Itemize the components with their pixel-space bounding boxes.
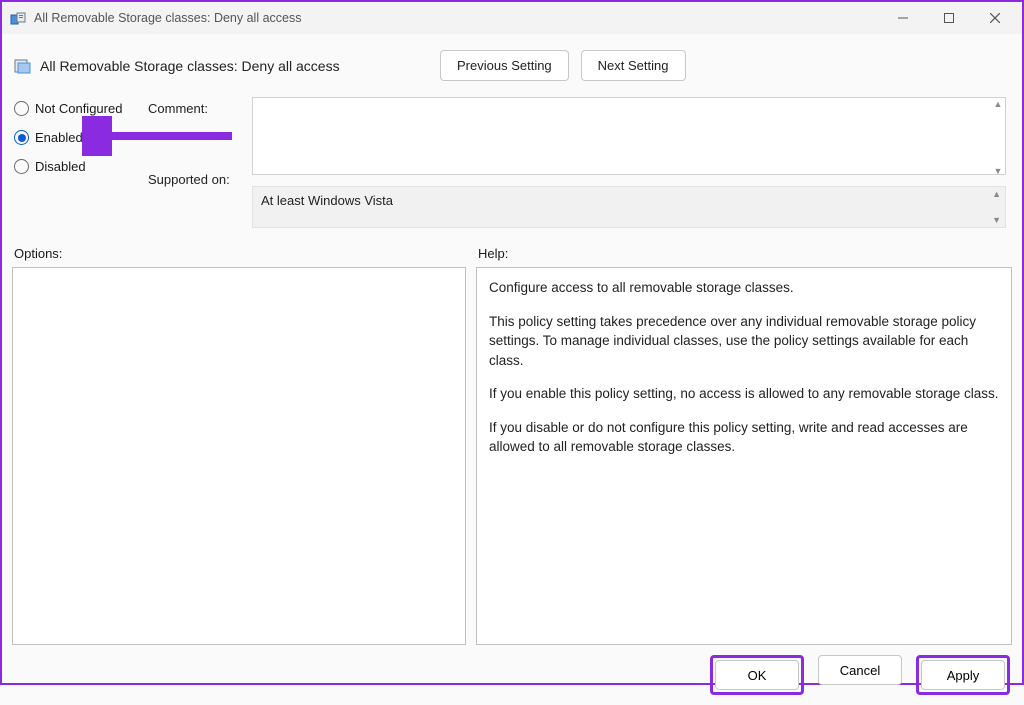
chevron-down-icon: ▼	[992, 215, 1001, 225]
minimize-button[interactable]	[880, 3, 926, 33]
gpedit-icon	[10, 10, 26, 26]
radio-icon	[14, 101, 29, 116]
next-setting-button[interactable]: Next Setting	[581, 50, 686, 81]
cancel-button[interactable]: Cancel	[818, 655, 902, 685]
annotation-highlight: Apply	[916, 655, 1010, 695]
section-labels: Options: Help:	[2, 228, 1022, 267]
radio-icon	[14, 159, 29, 174]
maximize-button[interactable]	[926, 3, 972, 33]
help-text: This policy setting takes precedence ove…	[489, 312, 999, 371]
help-panel: Configure access to all removable storag…	[476, 267, 1012, 645]
close-button[interactable]	[972, 3, 1018, 33]
radio-enabled[interactable]: Enabled	[14, 130, 144, 145]
help-text: Configure access to all removable storag…	[489, 278, 999, 298]
field-labels: Comment: Supported on:	[148, 97, 248, 228]
window-title: All Removable Storage classes: Deny all …	[34, 11, 880, 25]
options-label: Options:	[14, 246, 468, 261]
ok-button[interactable]: OK	[715, 660, 799, 690]
config-area: Not Configured Enabled Disabled Comment:…	[2, 87, 1022, 228]
radio-label: Not Configured	[35, 101, 122, 116]
help-text: If you disable or do not configure this …	[489, 418, 999, 457]
radio-label: Enabled	[35, 130, 83, 145]
state-radios: Not Configured Enabled Disabled	[14, 97, 144, 228]
comment-label: Comment:	[148, 101, 248, 116]
header: All Removable Storage classes: Deny all …	[2, 34, 1022, 87]
chevron-down-icon: ▼	[992, 166, 1004, 176]
radio-icon	[14, 130, 29, 145]
options-panel	[12, 267, 466, 645]
radio-not-configured[interactable]: Not Configured	[14, 101, 144, 116]
annotation-highlight: OK	[710, 655, 804, 695]
scrollbar-stub: ▲ ▼	[992, 99, 1004, 176]
supported-on-label: Supported on:	[148, 172, 248, 187]
scrollbar-stub: ▲ ▼	[992, 189, 1001, 225]
apply-button[interactable]: Apply	[921, 660, 1005, 690]
page-title: All Removable Storage classes: Deny all …	[40, 58, 380, 74]
supported-on-value: At least Windows Vista	[261, 193, 393, 208]
supported-on-field: At least Windows Vista ▲ ▼	[252, 186, 1006, 228]
footer: OK Cancel Apply	[2, 645, 1022, 705]
comment-field[interactable]	[252, 97, 1006, 175]
radio-label: Disabled	[35, 159, 86, 174]
help-text: If you enable this policy setting, no ac…	[489, 384, 999, 404]
previous-setting-button[interactable]: Previous Setting	[440, 50, 569, 81]
chevron-up-icon: ▲	[992, 99, 1004, 109]
titlebar: All Removable Storage classes: Deny all …	[2, 2, 1022, 34]
help-label: Help:	[468, 246, 1012, 261]
panels: Configure access to all removable storag…	[2, 267, 1022, 645]
chevron-up-icon: ▲	[992, 189, 1001, 199]
radio-disabled[interactable]: Disabled	[14, 159, 144, 174]
policy-icon	[14, 57, 32, 75]
